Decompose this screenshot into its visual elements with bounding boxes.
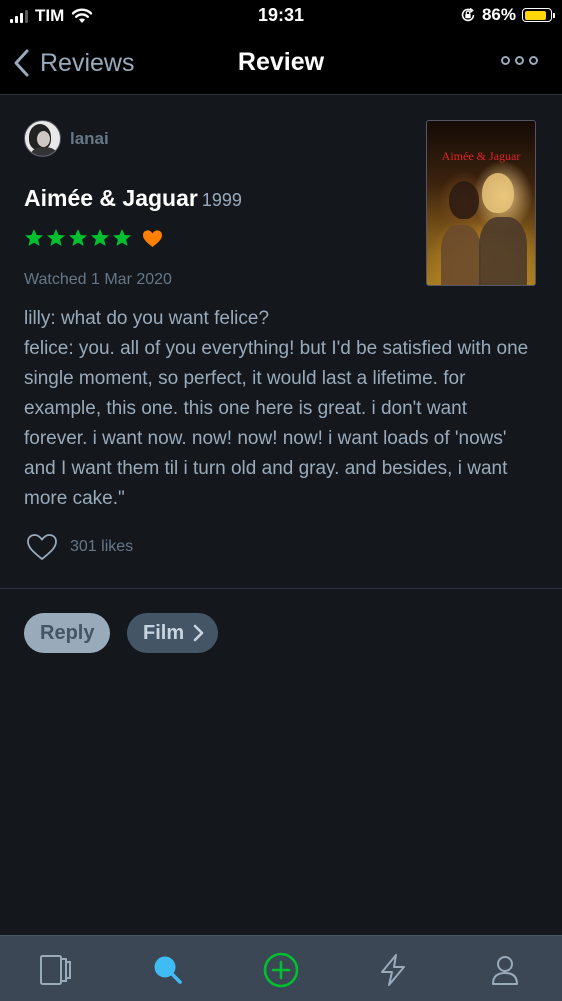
chevron-left-icon: [14, 49, 29, 77]
review-author[interactable]: lanai: [24, 120, 109, 157]
likes-count: 301 likes: [70, 538, 134, 555]
like-button[interactable]: 301 likes: [26, 533, 133, 561]
tab-films[interactable]: [36, 950, 76, 990]
film-label: Film: [143, 621, 185, 644]
nav-bar: Reviews Review: [0, 32, 562, 95]
more-dot: [501, 56, 510, 65]
tab-search[interactable]: [148, 950, 188, 990]
film-poster[interactable]: Aimée & Jaguar: [426, 120, 536, 286]
star-icon: [25, 229, 43, 246]
more-button[interactable]: [501, 56, 538, 65]
status-bar: TIM 19:31 86%: [0, 0, 562, 32]
status-right: 86%: [460, 5, 555, 25]
search-icon: [154, 956, 182, 984]
film-year: 1999: [201, 190, 242, 210]
review-line: felice: you. all of you everything! but …: [24, 338, 529, 509]
film-heading[interactable]: Aimée & Jaguar 1999: [24, 185, 242, 212]
watched-date: Watched 1 Mar 2020: [24, 271, 172, 288]
chevron-right-icon: [193, 624, 204, 642]
star-icon: [91, 229, 109, 246]
profile-icon: [492, 956, 518, 985]
more-dot: [515, 56, 524, 65]
film-title: Aimée & Jaguar: [24, 185, 198, 211]
reply-label: Reply: [40, 621, 95, 644]
heart-outline-icon: [27, 534, 57, 560]
activity-icon: [381, 954, 405, 986]
star-icon: [47, 229, 65, 246]
back-button[interactable]: Reviews: [12, 48, 134, 78]
back-label: Reviews: [40, 48, 135, 77]
battery-percent: 86%: [481, 5, 516, 24]
star-icon: [69, 229, 87, 246]
review-line: lilly: what do you want felice?: [24, 308, 270, 329]
star-rating: [24, 228, 163, 248]
avatar: [24, 120, 61, 157]
review-text: lilly: what do you want felice? felice: …: [24, 304, 534, 514]
tab-add[interactable]: [261, 950, 301, 990]
poster-title: Aimée & Jaguar: [441, 149, 521, 163]
tab-bar: [0, 935, 562, 1001]
add-icon: [263, 952, 299, 988]
star-icon: [113, 229, 131, 246]
username: lanai: [70, 128, 109, 148]
liked-heart-icon: [143, 229, 162, 247]
film-button[interactable]: Film: [127, 613, 219, 653]
battery-icon: [522, 8, 555, 22]
tab-activity[interactable]: [373, 950, 413, 990]
battery-fill: [524, 10, 546, 20]
divider: [0, 588, 562, 589]
more-dot: [529, 56, 538, 65]
orientation-lock-icon: [461, 7, 475, 22]
reply-button[interactable]: Reply: [24, 613, 111, 653]
tab-profile[interactable]: [485, 950, 525, 990]
films-icon: [40, 955, 71, 985]
